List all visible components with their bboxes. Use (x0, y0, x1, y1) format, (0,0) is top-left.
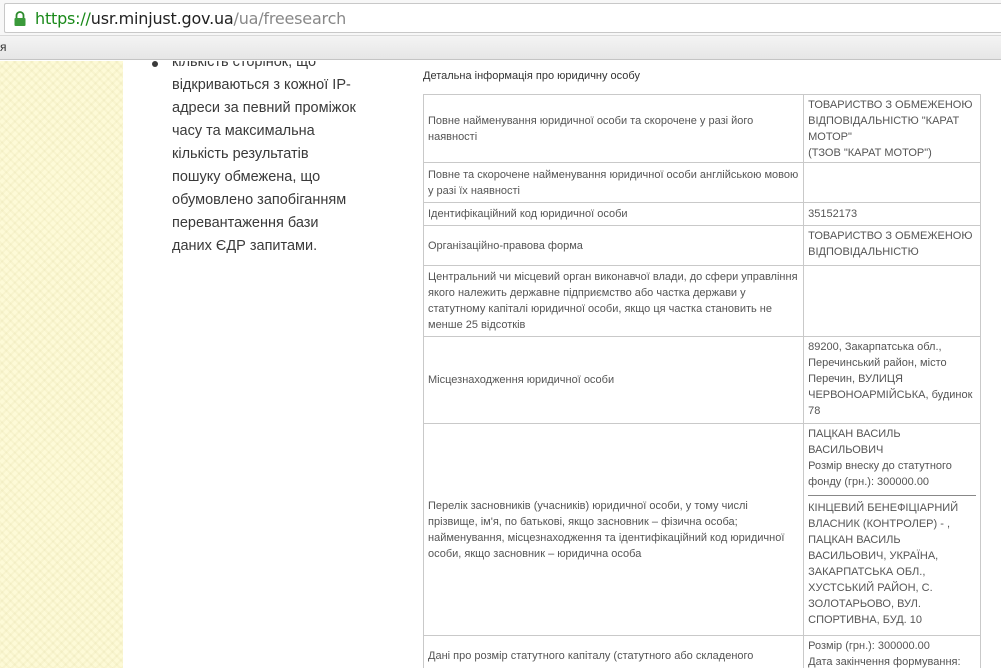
lock-icon (14, 11, 26, 26)
note-line: пошуку обмежена, що (172, 169, 321, 185)
field-label: Ідентифікаційний код юридичної особи (422, 202, 805, 226)
value-line: СПОРТИВНА, БУД. 10 (808, 614, 923, 626)
value-line: ВАСИЛЬОВИЧ (808, 444, 884, 456)
table-row: Ідентифікаційний код юридичної особи 3515… (422, 202, 981, 226)
value-line: фонду (грн.): 300000.00 (808, 476, 930, 488)
value-line: ВІДПОВІДАЛЬНІСТЮ (808, 246, 919, 258)
url-text: https://usr.minjust.gov.ua/ua/freesearch (35, 9, 346, 29)
value-line: ПАЦКАН ВАСИЛЬ (808, 428, 901, 440)
search-limits-note: кількість сторінок, що відкриваються з ко… (172, 61, 362, 258)
note-line: кількість результатів (172, 146, 309, 162)
value-line: Розмір (грн.): 300000.00 (808, 640, 930, 652)
field-value: 35152173 (803, 202, 981, 226)
value-line: ВІДПОВІДАЛЬНІСТЮ "КАРАТ (808, 115, 960, 127)
field-value: ТОВАРИСТВО З ОБМЕЖЕНОЮ ВІДПОВІДАЛЬНІСТЮ "… (803, 94, 981, 163)
field-label: Дані про розмір статутного капіталу (ста… (422, 635, 805, 668)
table-row: Повне та скорочене найменування юридично… (422, 162, 981, 203)
value-line: ЗОЛОТАРЬОВО, ВУЛ. (808, 598, 921, 610)
value-line: ВЛАСНИК (КОНТРОЛЕР) - , (808, 518, 951, 530)
table-row: Місцезнаходження юридичної особи 89200, З… (422, 336, 981, 424)
value-line: Перечин, ВУЛИЦЯ (808, 373, 903, 385)
value-line: 78 (808, 405, 821, 417)
url-path: /ua/freesearch (233, 9, 347, 28)
field-label: Повне та скорочене найменування юридично… (422, 162, 805, 203)
value-line: МОТОР" (808, 131, 852, 143)
value-line: КІНЦЕВИЙ БЕНЕФІЦІАРНИЙ (808, 502, 959, 514)
table-row: Повне найменування юридичної особи та ск… (422, 94, 981, 163)
field-value: 89200, Закарпатська обл., Перечинський ра… (803, 336, 981, 424)
address-bar: https://usr.minjust.gov.ua/ua/freesearch (0, 0, 1001, 36)
value-line: ХУСТСЬКИЙ РАЙОН, С. (808, 582, 933, 594)
value-line: Розмір внеску до статутного (808, 460, 952, 472)
field-value (803, 265, 981, 337)
value-divider (808, 495, 976, 496)
page-content: кількість сторінок, що відкриваються з ко… (0, 61, 1001, 668)
url-host: usr.minjust.gov.ua (90, 9, 234, 28)
value-line: ТОВАРИСТВО З ОБМЕЖЕНОЮ (808, 99, 973, 111)
field-label: Центральний чи місцевий орган виконавчої… (422, 265, 805, 337)
field-value: ТОВАРИСТВО З ОБМЕЖЕНОЮ ВІДПОВІДАЛЬНІСТЮ (803, 225, 981, 266)
note-line: обумовлено запобіганням (172, 192, 347, 208)
url-scheme: https:// (35, 9, 91, 28)
table-row: Дані про розмір статутного капіталу (ста… (422, 635, 981, 668)
bookmarks-bar: я (0, 36, 1001, 60)
note-line: даних ЄДР запитами. (172, 238, 318, 254)
note-line: перевантаження бази (172, 215, 319, 231)
value-line: 35152173 (808, 207, 858, 220)
value-line: ТОВАРИСТВО З ОБМЕЖЕНОЮ (808, 230, 973, 242)
field-label: Перелік засновників (учасників) юридично… (422, 423, 805, 636)
note-line: адреси за певний проміжок (172, 100, 356, 116)
bookmark-item[interactable]: я (0, 40, 7, 54)
field-label: Місцезнаходження юридичної особи (422, 336, 805, 424)
value-line: ЗАКАРПАТСЬКА ОБЛ., (808, 566, 926, 578)
field-value (803, 162, 981, 203)
value-line: ВАСИЛЬОВИЧ, УКРАЇНА, (808, 550, 939, 562)
field-value: Розмір (грн.): 300000.00 Дата закінчення … (803, 635, 981, 668)
decorative-side-pattern (0, 61, 123, 668)
value-line: (ТЗОВ "КАРАТ МОТОР") (808, 147, 932, 159)
value-line: Дата закінчення формування: (808, 656, 961, 668)
note-line: кількість сторінок, що (172, 61, 317, 70)
table-row: Організаційно-правова форма ТОВАРИСТВО З … (422, 225, 981, 266)
note-line: часу та максимальна (172, 123, 315, 139)
field-label: Повне найменування юридичної особи та ск… (422, 94, 805, 163)
url-field[interactable]: https://usr.minjust.gov.ua/ua/freesearch (4, 3, 1001, 33)
field-value: ПАЦКАН ВАСИЛЬ ВАСИЛЬОВИЧ Розмір внеску до … (803, 423, 981, 636)
value-line: ПАЦКАН ВАСИЛЬ (808, 534, 901, 546)
value-line: ЧЕРВОНОАРМІЙСЬКА, будинок (808, 389, 973, 401)
section-title: Детальна інформація про юридичну особу (423, 70, 640, 82)
table-row: Центральний чи місцевий орган виконавчої… (422, 265, 981, 337)
value-line: Перечинський район, місто (808, 357, 947, 369)
field-label: Організаційно-правова форма (422, 225, 805, 266)
bullet-icon (152, 61, 158, 67)
note-line: відкриваються з кожної IP- (172, 77, 351, 93)
entity-details-table: Повне найменування юридичної особи та ск… (422, 94, 981, 668)
value-line: 89200, Закарпатська обл., (808, 341, 942, 353)
table-row: Перелік засновників (учасників) юридично… (422, 423, 981, 636)
